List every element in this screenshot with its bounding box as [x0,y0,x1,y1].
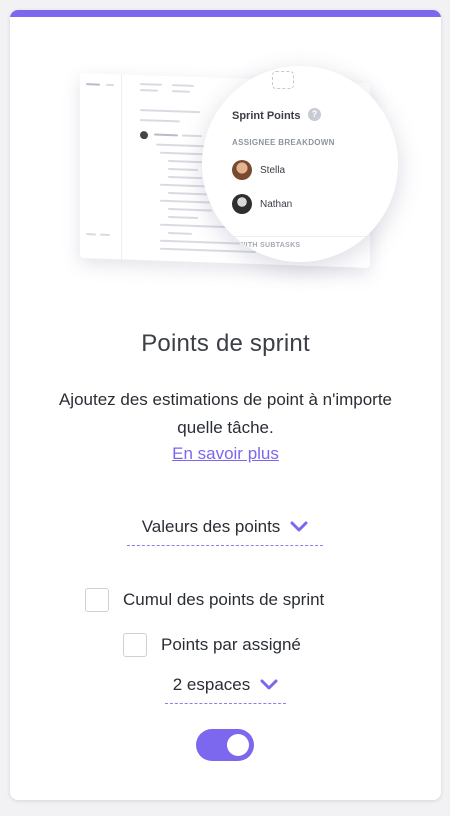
doc-line [86,83,100,86]
feature-description: Ajoutez des estimations de point à n'imp… [58,390,393,437]
sprint-points-panel: Sprint Points ? ASSIGNEE BREAKDOWN Stell… [202,66,398,262]
card-accent-bar [10,10,441,17]
checkbox-outline-icon [272,71,294,89]
doc-line [106,83,114,87]
doc-line [168,160,204,164]
subtasks-caption: L WITH SUBTASKS [232,242,301,249]
checkbox-label: Points par assigné [161,635,301,654]
divider [216,236,386,237]
doc-line [100,233,110,236]
point-values-dropdown[interactable]: Valeurs des points [127,517,323,546]
doc-line [172,84,194,87]
learn-more-link[interactable]: En savoir plus [10,444,441,464]
doc-line [160,151,204,156]
doc-line [86,233,96,236]
points-per-assignee-option: Points par assigné [123,633,301,657]
breakdown-heading: ASSIGNEE BREAKDOWN [232,138,335,147]
doc-line [168,232,192,235]
doc-line [168,168,198,172]
assignee-name: Nathan [260,198,293,210]
assignee-row: Nathan [232,192,292,216]
toggle-knob [227,734,249,756]
doc-left-column [80,72,122,260]
feature-illustration: Sprint Points ? ASSIGNEE BREAKDOWN Stell… [10,50,441,290]
cumulative-points-checkbox[interactable] [85,588,109,612]
doc-line [172,90,190,93]
chevron-down-icon [260,679,278,690]
help-icon: ? [308,108,321,121]
panel-title: Sprint Points [232,110,301,122]
doc-line [156,143,206,148]
checkbox-label: Cumul des points de sprint [123,590,325,609]
avatar [232,160,252,180]
assignee-row: Stella [232,158,285,182]
doc-line [168,216,198,220]
avatar [232,194,252,214]
chevron-down-icon [290,521,308,532]
assignee-name: Stella [260,164,286,176]
dropdown-label: 2 espaces [172,675,251,694]
cumulative-points-option: Cumul des points de sprint [85,588,324,612]
doc-line [140,109,200,114]
feature-card: Sprint Points ? ASSIGNEE BREAKDOWN Stell… [10,10,441,800]
doc-line [140,119,180,123]
spaces-dropdown[interactable]: 2 espaces [165,675,286,704]
doc-line [140,83,162,86]
points-per-assignee-checkbox[interactable] [123,633,147,657]
feature-title: Points de sprint [141,330,310,357]
doc-avatar [140,131,148,140]
doc-line [168,176,202,180]
enable-toggle[interactable] [196,729,254,761]
doc-line [154,133,178,137]
doc-line [182,134,202,138]
doc-line [140,89,158,92]
dropdown-label: Valeurs des points [141,517,281,536]
